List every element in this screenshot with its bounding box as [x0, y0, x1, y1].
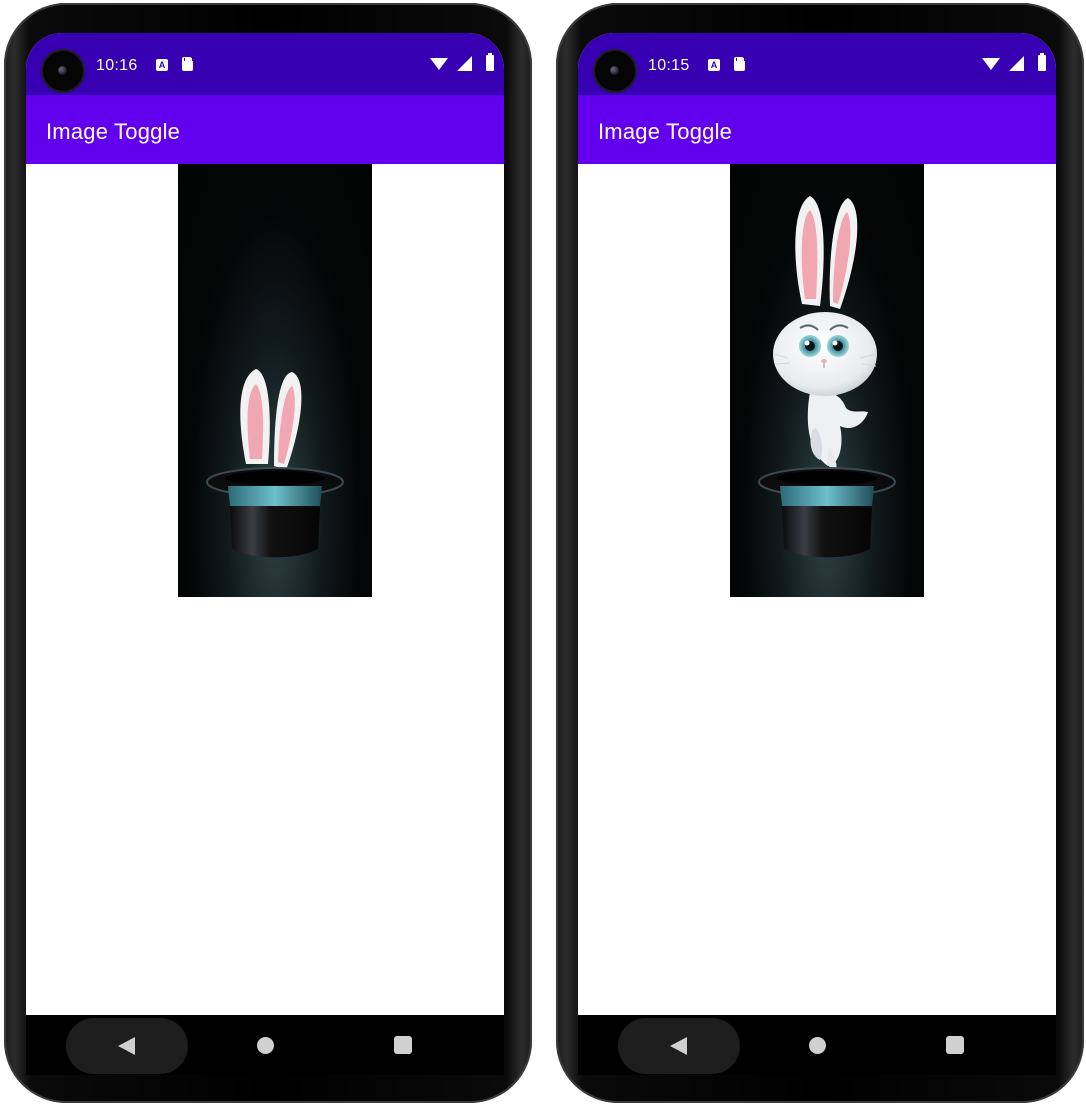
sd-card-icon: [734, 57, 745, 71]
sd-card-icon: [182, 57, 193, 71]
home-icon[interactable]: [809, 1037, 826, 1054]
camera-icon: [43, 51, 83, 91]
app-title: Image Toggle: [598, 119, 733, 144]
recents-icon[interactable]: [394, 1036, 412, 1054]
phone-right: 10:15 A Image Toggle: [556, 3, 1084, 1103]
phone-left: 10:16 A Image Toggle: [4, 3, 532, 1103]
keyboard-a-icon: A: [156, 59, 168, 71]
wifi-icon: [982, 58, 1000, 70]
app-bar: Image Toggle: [26, 95, 504, 164]
signal-icon: [457, 56, 472, 71]
navigation-bar: [26, 1015, 504, 1075]
app-bar: Image Toggle: [578, 95, 1056, 164]
content-area: [578, 164, 1056, 1015]
screen: 10:16 A Image Toggle: [26, 33, 504, 1015]
rabbit-jumping-from-hat-illustration: [758, 196, 896, 558]
camera-icon: [595, 51, 635, 91]
app-title: Image Toggle: [46, 119, 181, 144]
content-area: [26, 164, 504, 1015]
navigation-bar: [578, 1015, 1056, 1075]
screen: 10:15 A Image Toggle: [578, 33, 1056, 1015]
back-icon[interactable]: [670, 1037, 687, 1055]
keyboard-a-icon: A: [708, 59, 720, 71]
toggle-image-hat-ears[interactable]: [178, 164, 372, 597]
back-icon[interactable]: [118, 1037, 135, 1055]
battery-icon: [1038, 53, 1046, 71]
status-time: 10:15: [648, 57, 690, 74]
rabbit-ears-in-hat-illustration: [206, 369, 344, 558]
status-time: 10:16: [96, 57, 138, 74]
signal-icon: [1009, 56, 1024, 71]
status-bar: 10:16 A: [26, 33, 504, 95]
wifi-icon: [430, 58, 448, 70]
battery-icon: [486, 53, 494, 71]
home-icon[interactable]: [257, 1037, 274, 1054]
status-bar: 10:15 A: [578, 33, 1056, 95]
recents-icon[interactable]: [946, 1036, 964, 1054]
toggle-image-rabbit-jumping[interactable]: [730, 164, 924, 597]
